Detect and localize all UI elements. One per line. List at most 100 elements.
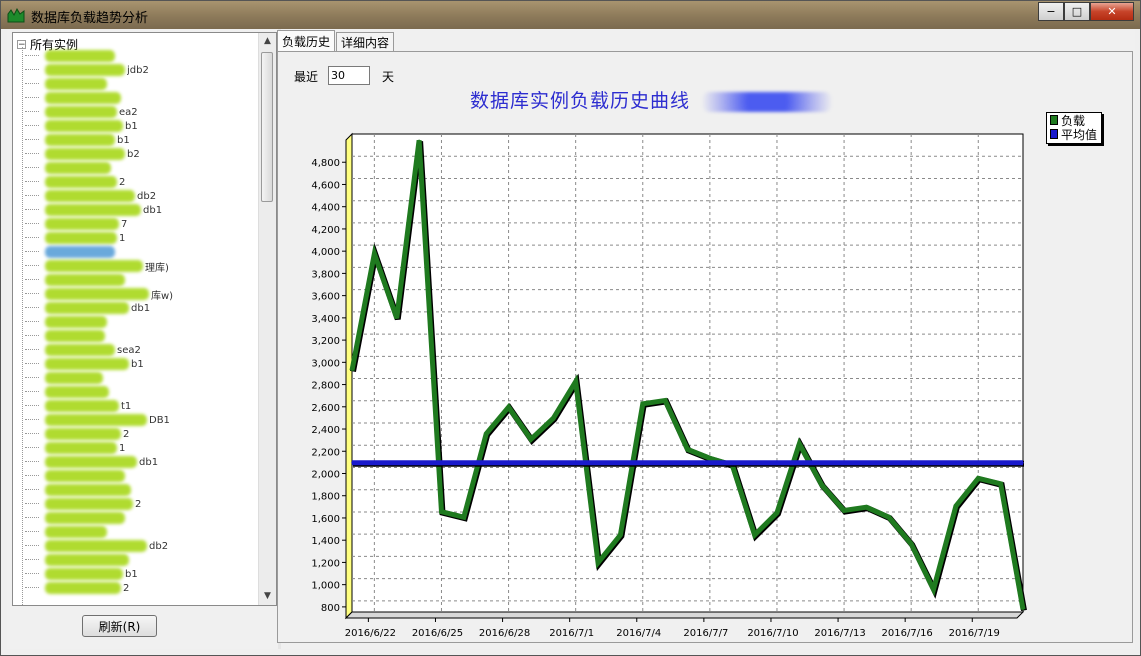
tree-item[interactable] xyxy=(25,245,263,259)
y-tick-label: 3,800 xyxy=(311,269,340,280)
window-controls: − □ ✕ xyxy=(1038,2,1134,21)
tab-details[interactable]: 详细内容 xyxy=(336,32,395,51)
tree-item[interactable]: b1 xyxy=(25,357,263,371)
tree-branch-line xyxy=(25,125,39,127)
data-point-load xyxy=(597,561,599,564)
y-tick-label: 1,800 xyxy=(311,492,340,503)
tree-branch-line xyxy=(25,405,39,407)
tree-item[interactable]: db1 xyxy=(25,203,263,217)
minimize-button[interactable]: − xyxy=(1038,2,1064,21)
tree-item[interactable]: 7 xyxy=(25,217,263,231)
y-tick-label: 1,600 xyxy=(311,514,340,525)
tree-item[interactable]: db1 xyxy=(25,301,263,315)
tree-item[interactable] xyxy=(25,329,263,343)
tree-item[interactable] xyxy=(25,315,263,329)
tree-item[interactable]: jdb2 xyxy=(25,63,263,77)
tree-item[interactable] xyxy=(25,91,263,105)
redacted-instance-name xyxy=(45,372,103,384)
redacted-instance-name xyxy=(45,554,129,566)
data-point-load xyxy=(977,477,980,480)
tree-scrollbar[interactable]: ▲ ▼ xyxy=(258,33,276,605)
close-button[interactable]: ✕ xyxy=(1090,2,1134,21)
data-point-average xyxy=(843,461,845,464)
data-point-load xyxy=(418,139,420,142)
data-point-average xyxy=(686,461,689,464)
refresh-button[interactable]: 刷新(R) xyxy=(82,615,157,637)
tree-item[interactable]: db2 xyxy=(25,539,263,553)
data-point-average xyxy=(351,461,353,464)
data-point-load xyxy=(619,534,622,536)
tree-branch-line xyxy=(25,181,39,183)
redacted-instance-name xyxy=(45,428,121,440)
tree-item-label: b1 xyxy=(131,358,144,370)
scroll-down-icon[interactable]: ▼ xyxy=(259,588,276,605)
tree-item[interactable]: 库w) xyxy=(25,287,263,302)
tree-item[interactable]: t1 xyxy=(25,399,263,413)
data-point-load xyxy=(463,516,465,518)
tree-item[interactable] xyxy=(25,525,263,539)
title-bar[interactable]: 数据库负载趋势分析 − □ ✕ xyxy=(1,1,1140,29)
redacted-instance-name xyxy=(45,582,121,594)
tree-item[interactable]: b1 xyxy=(25,567,263,581)
tree-item-label: b1 xyxy=(125,568,138,580)
redacted-instance-name xyxy=(45,106,117,118)
tree-item[interactable]: ea2 xyxy=(25,105,263,119)
data-point-average xyxy=(664,461,666,464)
tree-item[interactable]: 2 xyxy=(25,427,263,441)
tree-item[interactable]: 2 xyxy=(25,175,263,189)
legend-swatch-average xyxy=(1050,129,1058,139)
tree-item-label: db1 xyxy=(131,302,151,314)
tree-item[interactable]: 2 xyxy=(25,497,263,511)
scroll-up-icon[interactable]: ▲ xyxy=(259,33,276,50)
scroll-thumb[interactable] xyxy=(261,52,273,202)
tree-branch-line xyxy=(25,153,39,155)
data-point-average xyxy=(463,461,465,464)
x-tick-label: 2016/7/7 xyxy=(683,628,728,639)
tree-item[interactable]: 1 xyxy=(25,441,263,455)
tree-item[interactable]: db2 xyxy=(25,189,263,203)
data-point-average xyxy=(731,461,734,464)
tree-item[interactable] xyxy=(25,273,263,287)
tree-item[interactable]: 2 xyxy=(25,581,263,595)
data-point-load xyxy=(865,506,868,508)
tab-load-history[interactable]: 负载历史 xyxy=(277,30,336,51)
redacted-instance-name xyxy=(45,512,125,524)
tree-branch-line xyxy=(25,573,39,575)
tree-item[interactable]: 理库) xyxy=(25,259,263,274)
tree-item[interactable] xyxy=(25,469,263,483)
tree-item[interactable] xyxy=(25,371,263,385)
redacted-instance-name xyxy=(45,78,107,90)
redacted-instance-name xyxy=(45,498,133,510)
tree-item[interactable]: db1 xyxy=(25,455,263,469)
tree-item[interactable] xyxy=(25,77,263,91)
data-point-load xyxy=(910,543,912,545)
tree-item[interactable]: b1 xyxy=(25,133,263,147)
tree-item[interactable]: 1 xyxy=(25,231,263,245)
data-point-average xyxy=(373,461,376,464)
tree-item[interactable] xyxy=(25,483,263,497)
tree-item[interactable] xyxy=(25,553,263,567)
tree-branch-line xyxy=(25,335,39,337)
maximize-button[interactable]: □ xyxy=(1064,2,1090,21)
tree-item[interactable] xyxy=(25,511,263,525)
instance-tree[interactable]: − 所有实例 jdb2 ea2 b1 b1 b2 2 db2 db1 7 1 理库) 库w) db1 se… xyxy=(12,32,277,606)
data-point-load xyxy=(753,534,756,536)
tree-item[interactable]: b2 xyxy=(25,147,263,161)
tree-item[interactable]: DB1 xyxy=(25,413,263,427)
tree-item-label: 库w) xyxy=(151,290,174,302)
tree-item[interactable]: sea2 xyxy=(25,343,263,357)
tree-item[interactable]: b1 xyxy=(25,119,263,133)
data-point-load xyxy=(888,516,890,518)
tree-branch-line xyxy=(25,69,39,71)
y-tick-label: 800 xyxy=(321,603,340,614)
tree-item[interactable] xyxy=(25,385,263,399)
y-tick-label: 2,200 xyxy=(311,447,340,458)
tree-item-label: db1 xyxy=(139,456,159,468)
tree-branch-line xyxy=(25,433,39,435)
data-point-load xyxy=(485,433,487,435)
data-point-load xyxy=(776,511,778,514)
data-point-average xyxy=(888,461,890,464)
load-history-panel: 最近 天 8001,0001,2001,4001,6001,8002,0002,… xyxy=(277,51,1133,643)
tree-item[interactable] xyxy=(25,49,263,63)
tree-item[interactable] xyxy=(25,161,263,175)
